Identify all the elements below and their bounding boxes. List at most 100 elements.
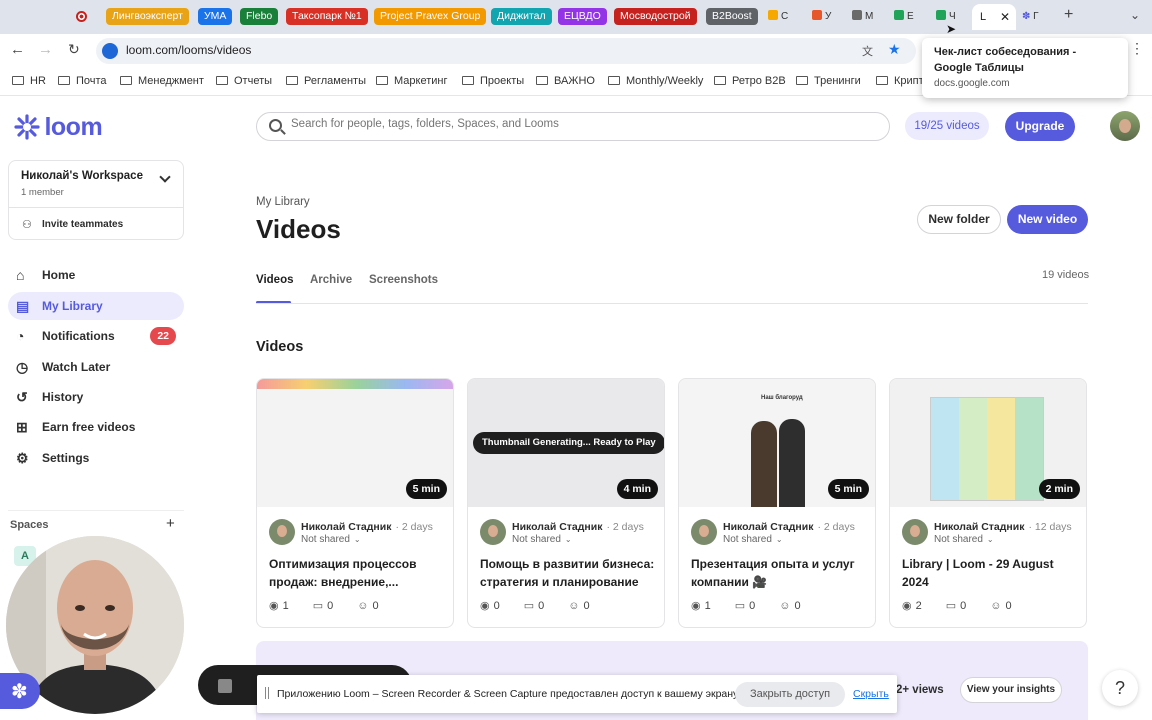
tab-group-4[interactable]: Project Pravex Group: [374, 8, 487, 25]
share-status-dropdown[interactable]: Not shared ⌄: [301, 534, 361, 545]
bookmark-folder[interactable]: Крипт: [876, 75, 924, 87]
view-insights-button[interactable]: View your insights: [960, 677, 1062, 703]
bookmark-folder[interactable]: HR: [12, 75, 46, 87]
share-status-dropdown[interactable]: Not shared ⌄: [512, 534, 572, 545]
tooltip-title: Чек-лист собеседования - Google Таблицы: [934, 46, 1077, 74]
bookmark-folder[interactable]: Проекты: [462, 75, 524, 87]
video-thumbnail[interactable]: 5 min: [257, 379, 453, 507]
tab-archive[interactable]: Archive: [310, 274, 352, 286]
video-title[interactable]: Оптимизация процессов продаж: внедрение,…: [269, 555, 447, 591]
tab-group-8[interactable]: B2Boost: [706, 8, 758, 25]
translate-icon[interactable]: 文: [862, 43, 873, 59]
stop-sharing-button[interactable]: Закрыть доступ: [735, 682, 845, 707]
new-folder-button[interactable]: New folder: [917, 205, 1001, 234]
bookmark-folder[interactable]: Monthly/Weekly: [608, 75, 703, 87]
tab-group-5[interactable]: Диджитал: [491, 8, 552, 25]
menu-icon[interactable]: ⋮: [1130, 40, 1144, 57]
bookmark-folder[interactable]: Менеджмент: [120, 75, 204, 87]
tab-videos[interactable]: Videos: [256, 274, 294, 286]
search-input[interactable]: [291, 118, 871, 130]
sidebar-item-my-library[interactable]: ▤ My Library: [8, 292, 184, 320]
video-thumbnail[interactable]: Наш благоруд 5 min: [679, 379, 875, 507]
bookmark-folder[interactable]: Ретро B2B: [714, 75, 786, 87]
avatar[interactable]: [480, 519, 506, 545]
share-status-dropdown[interactable]: Not shared ⌄: [934, 534, 994, 545]
share-status-dropdown[interactable]: Not shared ⌄: [723, 534, 783, 545]
tab-small-1[interactable]: У: [812, 8, 831, 26]
tab-group-0[interactable]: Лингвоэксперт: [106, 8, 189, 25]
quota-badge[interactable]: 19/25 videos: [905, 112, 989, 140]
search-box[interactable]: [256, 112, 890, 141]
workspace-name[interactable]: Николай's Workspace: [21, 170, 143, 182]
video-thumbnail[interactable]: Thumbnail Generating... Ready to Play 4 m…: [468, 379, 664, 507]
tab-group-3[interactable]: Таксопарк №1: [286, 8, 368, 25]
bookmark-label: Регламенты: [304, 75, 366, 87]
chevron-down-icon[interactable]: [159, 171, 171, 183]
stop-recording-icon[interactable]: [218, 679, 232, 693]
sidebar-item-label: My Library: [42, 299, 103, 313]
bookmark-folder[interactable]: Почта: [58, 75, 107, 87]
forward-icon[interactable]: →: [38, 41, 53, 58]
tab-screenshots[interactable]: Screenshots: [369, 274, 438, 286]
upgrade-button[interactable]: Upgrade: [1005, 112, 1075, 141]
address-bar[interactable]: loom.com/looms/videos 文 ★: [96, 38, 916, 64]
video-title[interactable]: Library | Loom - 29 August 2024: [902, 555, 1080, 591]
tab-label: М: [865, 11, 874, 22]
folder-icon: [608, 76, 620, 85]
hide-link[interactable]: Скрыть: [853, 688, 889, 700]
loom-launcher-button[interactable]: ✽: [0, 673, 40, 709]
bookmark-folder[interactable]: Отчеты: [216, 75, 272, 87]
workspace-card[interactable]: Николай's Workspace 1 member ⚇ Invite te…: [8, 160, 184, 240]
video-thumbnail[interactable]: 2 min: [890, 379, 1086, 507]
sidebar-item-label: Earn free videos: [42, 420, 136, 434]
reload-icon[interactable]: ↻: [68, 41, 80, 58]
bookmark-star-icon[interactable]: ★: [888, 41, 901, 58]
video-card[interactable]: 5 min Николай Стадник · 2 days Not shared ⌄ О…: [256, 378, 454, 628]
sidebar-item-home[interactable]: ⌂ Home: [8, 261, 184, 289]
drag-handle-icon[interactable]: [265, 687, 269, 699]
tab-small-3[interactable]: Е: [894, 8, 914, 26]
tab-group-2[interactable]: Flebo: [240, 8, 279, 25]
tab-small-2[interactable]: М: [852, 8, 873, 26]
avatar[interactable]: [902, 519, 928, 545]
new-tab-button[interactable]: +: [1064, 6, 1073, 24]
bookmark-folder[interactable]: ВАЖНО: [536, 75, 595, 87]
close-tab-icon[interactable]: ✕: [1000, 4, 1010, 30]
tab-group-6[interactable]: ЕЦВДО: [558, 8, 607, 25]
tab-group-1[interactable]: УМА: [198, 8, 233, 25]
tab-small-0[interactable]: С: [768, 8, 788, 26]
video-title[interactable]: Помощь в развитии бизнеса: стратегия и п…: [480, 555, 658, 591]
url-text[interactable]: loom.com/looms/videos: [126, 43, 251, 57]
video-card[interactable]: Thumbnail Generating... Ready to Play 4 m…: [467, 378, 665, 628]
breadcrumb[interactable]: My Library: [256, 196, 310, 208]
avatar[interactable]: [691, 519, 717, 545]
loom-logo[interactable]: loom: [14, 113, 103, 142]
back-icon[interactable]: ←: [10, 41, 25, 58]
sidebar-item-earn-free-videos[interactable]: ⊞ Earn free videos: [8, 413, 184, 441]
invite-teammates-link[interactable]: Invite teammates: [42, 219, 123, 230]
tab-google[interactable]: ✽ Г: [1022, 8, 1039, 26]
new-video-button[interactable]: New video: [1007, 205, 1088, 234]
active-tab[interactable]: L ✕: [972, 4, 1016, 30]
bookmark-folder[interactable]: Маркетинг: [376, 75, 447, 87]
video-card[interactable]: Наш благоруд 5 min Николай Стадник · 2 days…: [678, 378, 876, 628]
tab-search-icon[interactable]: ⌄: [1130, 8, 1140, 22]
video-title[interactable]: Презентация опыта и услуг компании 🎥: [691, 555, 869, 591]
bookmark-folder[interactable]: Тренинги: [796, 75, 861, 87]
bookmark-label: Ретро B2B: [732, 75, 786, 87]
notifications-badge: 22: [150, 327, 176, 345]
comments-stat: ▭ 0: [524, 600, 557, 612]
tab-group-7[interactable]: Мосводострой: [614, 8, 697, 25]
help-button[interactable]: ?: [1102, 670, 1138, 706]
user-avatar[interactable]: [1110, 111, 1140, 141]
add-space-icon[interactable]: +: [166, 515, 175, 532]
bookmark-folder[interactable]: Регламенты: [286, 75, 366, 87]
sidebar-item-watch-later[interactable]: ◷ Watch Later: [8, 353, 184, 381]
gear-icon: ⚙: [16, 450, 29, 466]
avatar[interactable]: [269, 519, 295, 545]
sidebar-item-settings[interactable]: ⚙ Settings: [8, 444, 184, 472]
sidebar-item-notifications[interactable]: ◔ Notifications 22: [8, 322, 184, 350]
video-card[interactable]: 2 min Николай Стадник · 12 days Not shared ⌄…: [889, 378, 1087, 628]
site-info-icon[interactable]: [102, 43, 118, 59]
sidebar-item-history[interactable]: ↺ History: [8, 383, 184, 411]
